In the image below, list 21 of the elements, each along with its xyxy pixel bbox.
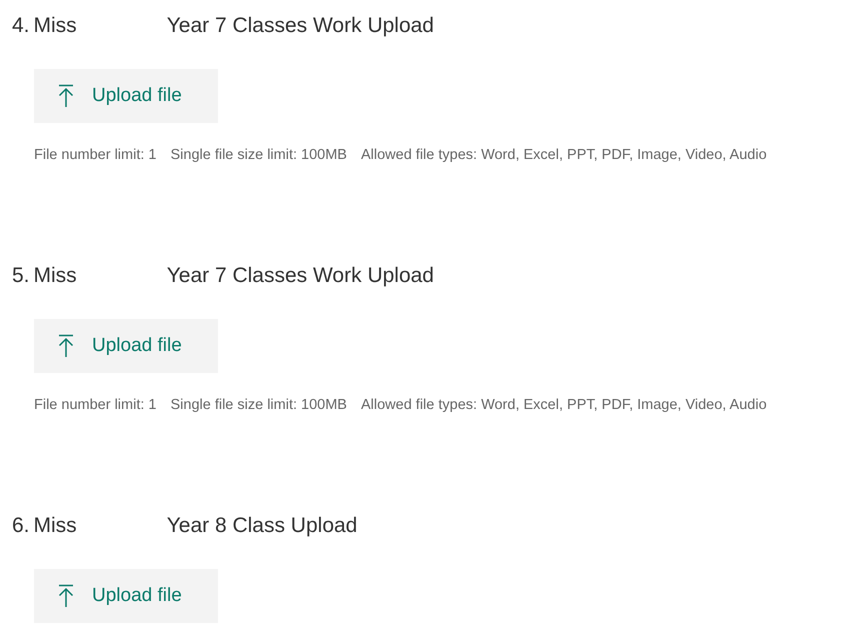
question-title: Miss [34,264,77,288]
question-number: 5. [12,264,30,288]
question-title: Year 7 Classes Work Upload [166,14,434,38]
upload-icon [57,84,75,108]
upload-limit-text: Allowed file types: Word, Excel, PPT, PDF, Image, Video, Audio [360,147,767,163]
question-title: Year 8 Class Upload [166,514,358,538]
question-title: Miss [34,14,77,38]
upload-button[interactable]: Upload file [34,69,218,123]
upload-icon [57,334,75,358]
question-title: Year 7 Classes Work Upload [166,264,434,288]
upload-limit-text: File number limit: 1 [34,147,156,163]
question-title: Miss [34,514,77,538]
question-number: 6. [12,514,30,538]
upload-button[interactable]: Upload file [34,569,218,623]
upload-limit-text: Single file size limit: 100MB [170,397,347,413]
question-number: 4. [12,14,30,38]
upload-icon [57,584,75,608]
upload-limit-text: Allowed file types: Word, Excel, PPT, PDF, Image, Video, Audio [360,397,767,413]
upload-limit-text: File number limit: 1 [34,397,156,413]
upload-button[interactable]: Upload file [34,319,218,373]
upload-limit-text: Single file size limit: 100MB [170,147,347,163]
